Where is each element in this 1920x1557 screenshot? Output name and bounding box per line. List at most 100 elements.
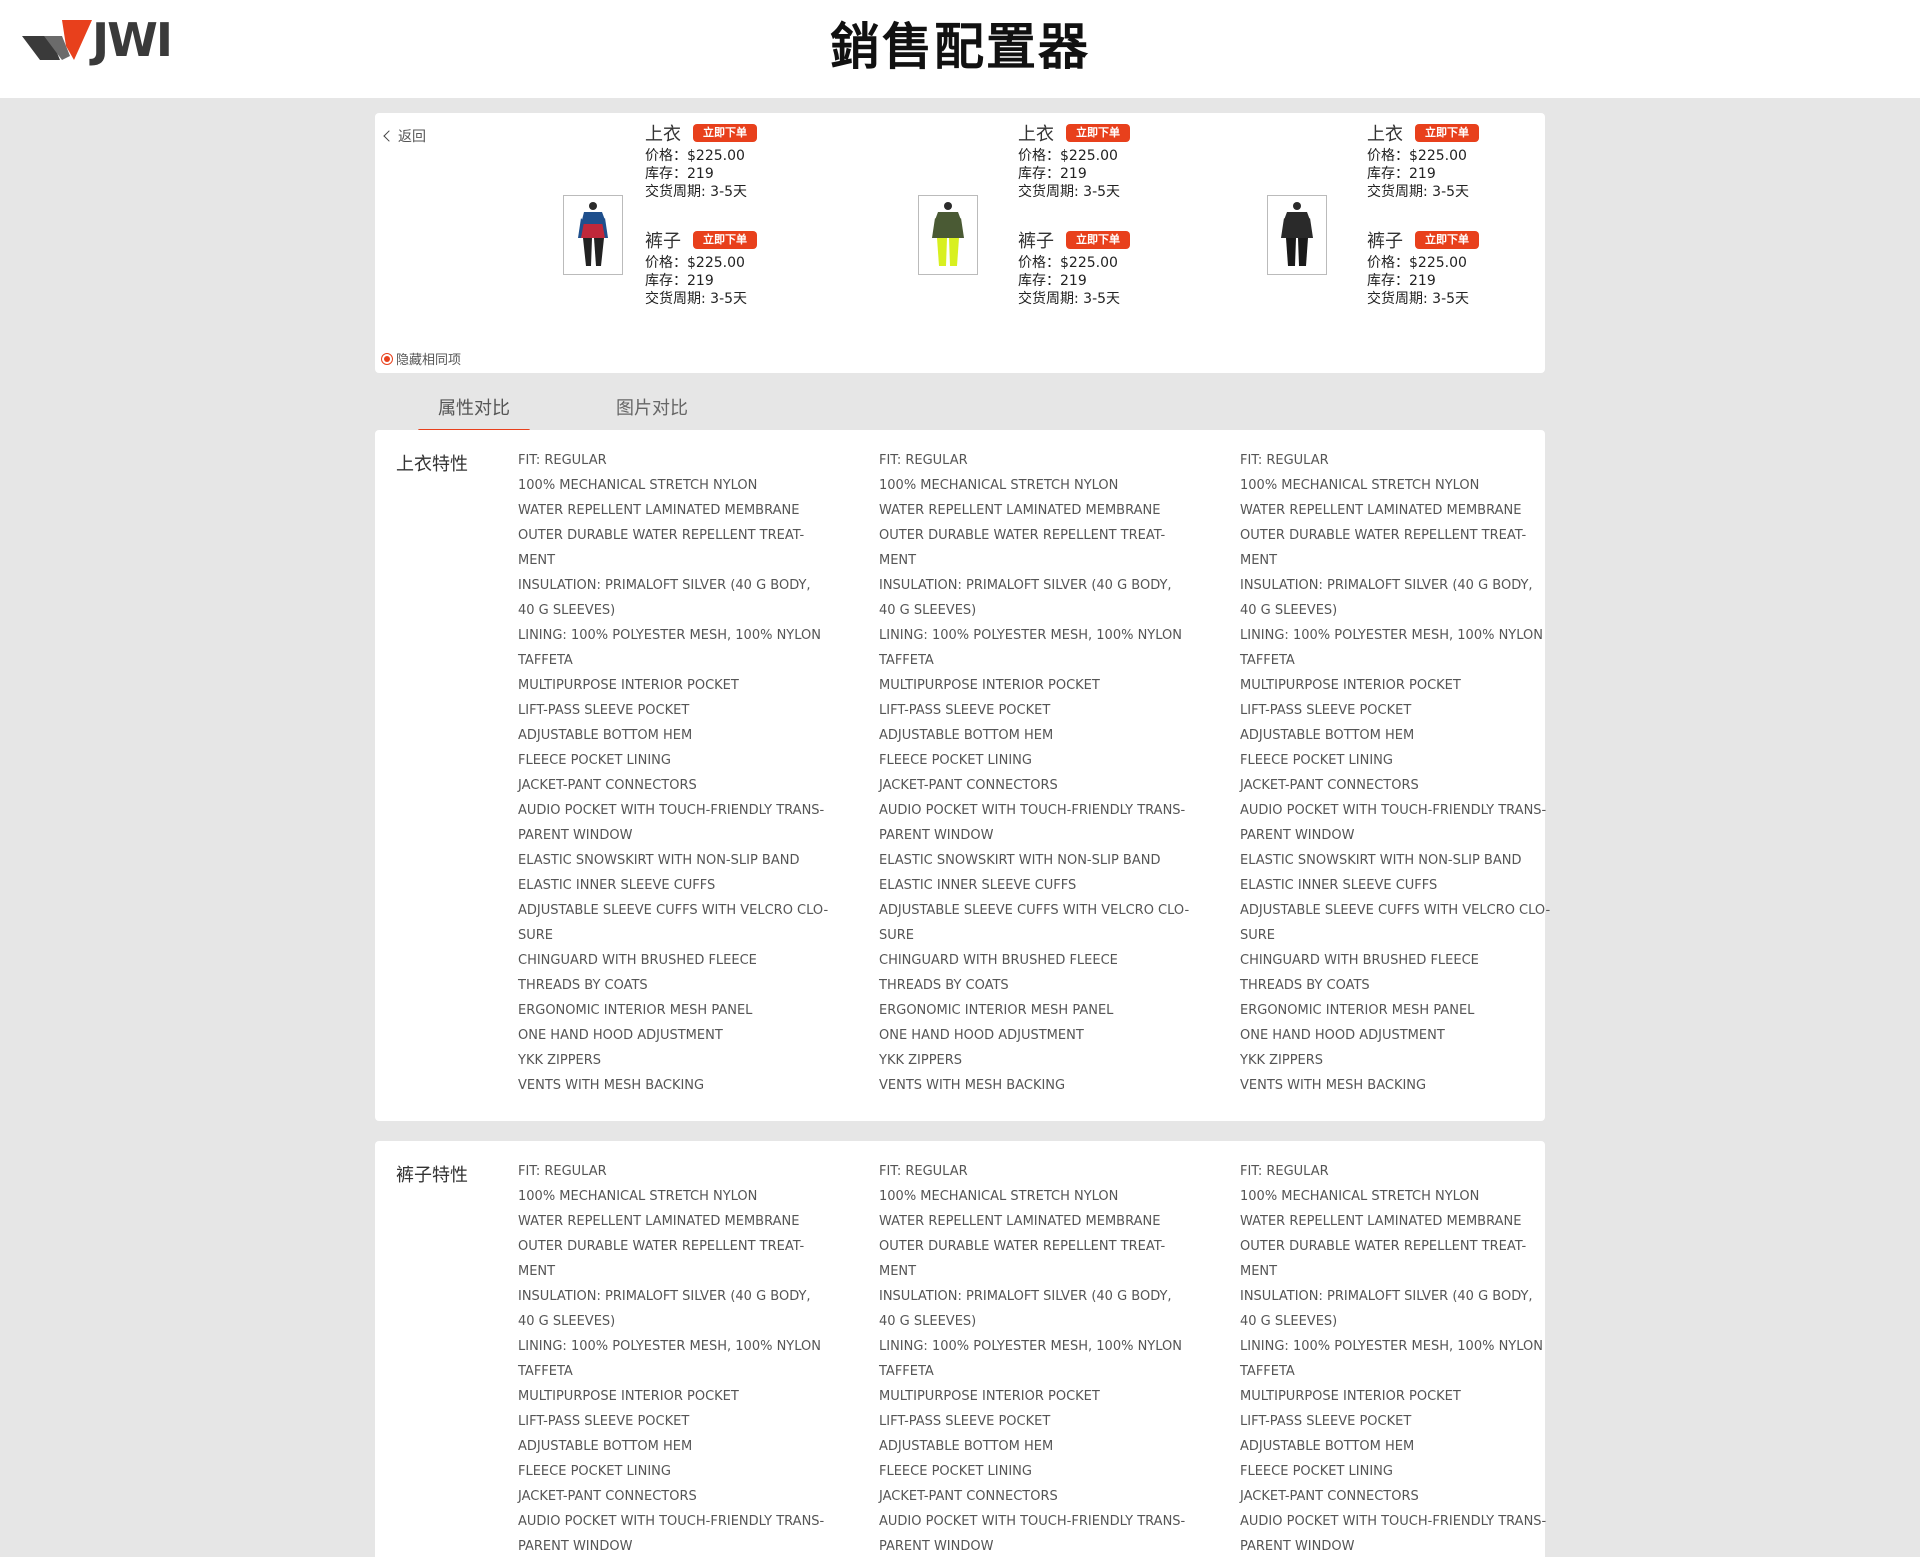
- attribute-line: MULTIPURPOSE INTERIOR POCKET: [518, 1389, 739, 1404]
- attribute-line: 100% MECHANICAL STRETCH NYLON: [879, 478, 1119, 493]
- attribute-line: 40 G SLEEVES): [518, 1314, 616, 1329]
- jacket-attributes-card: 上衣特性 FIT: REGULAR 100% MECHANICAL STRETCH…: [375, 430, 1550, 1121]
- ski-suit-icon: [1281, 202, 1313, 266]
- item-price: 价格：$225.00: [1018, 255, 1118, 271]
- attribute-line: JACKET-PANT CONNECTORS: [518, 1489, 697, 1504]
- attribute-line: AUDIO POCKET WITH TOUCH-FRIENDLY TRANS-: [879, 1514, 1186, 1529]
- back-button[interactable]: 返回: [383, 126, 426, 146]
- item-stock: 库存：219: [645, 166, 714, 182]
- product-item-jacket: 上衣 立即下单 价格：$225.00 库存：219 交货周期: 3-5天: [645, 122, 845, 201]
- attribute-line: PARENT WINDOW: [879, 1539, 994, 1554]
- attribute-line: SURE: [1240, 928, 1276, 943]
- hide-same-label: 隐藏相同项: [396, 353, 462, 368]
- hide-same-toggle[interactable]: 隐藏相同项: [381, 349, 461, 368]
- attribute-line: JACKET-PANT CONNECTORS: [518, 778, 697, 793]
- attribute-line: ADJUSTABLE SLEEVE CUFFS WITH VELCRO CLO-: [879, 903, 1190, 918]
- attribute-line: MENT: [1240, 1264, 1278, 1279]
- attribute-line: LIFT-PASS SLEEVE POCKET: [1240, 1414, 1412, 1429]
- attribute-line: OUTER DURABLE WATER REPELLENT TREAT-: [1240, 1239, 1527, 1254]
- attribute-line: FLEECE POCKET LINING: [1240, 1464, 1393, 1479]
- attribute-line: FLEECE POCKET LINING: [518, 1464, 671, 1479]
- order-now-button[interactable]: 立即下单: [1066, 124, 1130, 142]
- attribute-line: AUDIO POCKET WITH TOUCH-FRIENDLY TRANS-: [1240, 1514, 1547, 1529]
- attribute-line: FIT: REGULAR: [879, 1164, 968, 1179]
- attribute-line: ADJUSTABLE BOTTOM HEM: [518, 1439, 693, 1454]
- attribute-line: JACKET-PANT CONNECTORS: [1240, 1489, 1419, 1504]
- attribute-line: WATER REPELLENT LAMINATED MEMBRANE: [518, 503, 800, 518]
- order-now-button[interactable]: 立即下单: [1415, 231, 1479, 249]
- attribute-line: LIFT-PASS SLEEVE POCKET: [879, 1414, 1051, 1429]
- order-now-button[interactable]: 立即下单: [693, 231, 757, 249]
- item-lead-time: 交货周期: 3-5天: [1367, 291, 1470, 307]
- order-now-button[interactable]: 立即下单: [693, 124, 757, 142]
- attribute-line: ONE HAND HOOD ADJUSTMENT: [879, 1028, 1084, 1043]
- page-title: 銷售配置器: [830, 18, 1090, 76]
- attribute-line: THREADS BY COATS: [879, 978, 1009, 993]
- attribute-line: ELASTIC SNOWSKIRT WITH NON-SLIP BAND: [1240, 853, 1522, 868]
- attribute-line: LINING: 100% POLYESTER MESH, 100% NYLON: [518, 628, 821, 643]
- product-image[interactable]: [1267, 195, 1327, 275]
- item-stock: 库存：219: [645, 273, 714, 289]
- attribute-line: 100% MECHANICAL STRETCH NYLON: [518, 1189, 758, 1204]
- attribute-line: ELASTIC INNER SLEEVE CUFFS: [518, 878, 716, 893]
- attribute-line: 100% MECHANICAL STRETCH NYLON: [879, 1189, 1119, 1204]
- product-item-jacket: 上衣 立即下单 价格：$225.00 库存：219 交货周期: 3-5天: [1018, 122, 1218, 201]
- item-lead-time: 交货周期: 3-5天: [645, 291, 748, 307]
- attribute-line: CHINGUARD WITH BRUSHED FLEECE: [518, 953, 757, 968]
- product-image[interactable]: [563, 195, 623, 275]
- ski-suit-icon: [578, 202, 608, 266]
- attribute-line: VENTS WITH MESH BACKING: [1240, 1078, 1427, 1093]
- section-title: 裤子特性: [396, 1165, 468, 1186]
- attribute-line: PARENT WINDOW: [518, 1539, 633, 1554]
- attribute-line: JACKET-PANT CONNECTORS: [879, 1489, 1058, 1504]
- attribute-line: FLEECE POCKET LINING: [518, 753, 671, 768]
- item-stock: 库存：219: [1367, 273, 1436, 289]
- attribute-line: LIFT-PASS SLEEVE POCKET: [518, 1414, 690, 1429]
- attribute-line: SURE: [518, 928, 554, 943]
- attribute-line: TAFFETA: [518, 1364, 573, 1379]
- attribute-line: ERGONOMIC INTERIOR MESH PANEL: [1240, 1003, 1475, 1018]
- tab-image-compare[interactable]: 图片对比: [596, 388, 708, 430]
- attribute-line: FIT: REGULAR: [1240, 453, 1329, 468]
- attribute-line: MENT: [518, 1264, 556, 1279]
- attribute-column: FIT: REGULAR 100% MECHANICAL STRETCH NYLO…: [1240, 448, 1550, 1098]
- attribute-line: PARENT WINDOW: [1240, 828, 1355, 843]
- item-stock: 库存：219: [1018, 166, 1087, 182]
- order-now-button[interactable]: 立即下单: [1415, 124, 1479, 142]
- attribute-line: MULTIPURPOSE INTERIOR POCKET: [879, 678, 1100, 693]
- order-now-button[interactable]: 立即下单: [1066, 231, 1130, 249]
- attribute-line: VENTS WITH MESH BACKING: [518, 1078, 705, 1093]
- attribute-line: WATER REPELLENT LAMINATED MEMBRANE: [879, 503, 1161, 518]
- attribute-line: OUTER DURABLE WATER REPELLENT TREAT-: [879, 528, 1166, 543]
- tab-attribute-compare[interactable]: 属性对比: [418, 388, 530, 432]
- attribute-line: AUDIO POCKET WITH TOUCH-FRIENDLY TRANS-: [879, 803, 1186, 818]
- attribute-line: YKK ZIPPERS: [879, 1053, 963, 1068]
- attribute-column: FIT: REGULAR 100% MECHANICAL STRETCH NYLO…: [518, 448, 828, 1098]
- attribute-line: INSULATION: PRIMALOFT SILVER (40 G BODY,: [879, 578, 1172, 593]
- item-stock: 库存：219: [1367, 166, 1436, 182]
- attribute-line: MENT: [518, 553, 556, 568]
- attribute-line: MULTIPURPOSE INTERIOR POCKET: [518, 678, 739, 693]
- attribute-line: MULTIPURPOSE INTERIOR POCKET: [1240, 678, 1461, 693]
- attribute-line: MENT: [879, 553, 917, 568]
- item-price: 价格：$225.00: [1367, 148, 1467, 164]
- attribute-line: LINING: 100% POLYESTER MESH, 100% NYLON: [879, 1339, 1182, 1354]
- attribute-line: ELASTIC INNER SLEEVE CUFFS: [1240, 878, 1438, 893]
- item-price: 价格：$225.00: [645, 255, 745, 271]
- attribute-line: INSULATION: PRIMALOFT SILVER (40 G BODY,: [879, 1289, 1172, 1304]
- section-title: 上衣特性: [396, 454, 468, 475]
- attribute-line: YKK ZIPPERS: [518, 1053, 602, 1068]
- attribute-line: LIFT-PASS SLEEVE POCKET: [879, 703, 1051, 718]
- attribute-line: INSULATION: PRIMALOFT SILVER (40 G BODY,: [1240, 578, 1533, 593]
- attribute-line: CHINGUARD WITH BRUSHED FLEECE: [879, 953, 1118, 968]
- attribute-line: INSULATION: PRIMALOFT SILVER (40 G BODY,: [1240, 1289, 1533, 1304]
- attribute-column: FIT: REGULAR 100% MECHANICAL STRETCH NYLO…: [879, 1159, 1186, 1557]
- attribute-line: THREADS BY COATS: [1240, 978, 1370, 993]
- item-lead-time: 交货周期: 3-5天: [1018, 291, 1121, 307]
- attribute-column: FIT: REGULAR 100% MECHANICAL STRETCH NYLO…: [518, 1159, 824, 1557]
- product-image[interactable]: [918, 195, 978, 275]
- attribute-line: PARENT WINDOW: [879, 828, 994, 843]
- attribute-line: ADJUSTABLE BOTTOM HEM: [1240, 728, 1415, 743]
- attribute-line: TAFFETA: [879, 653, 934, 668]
- attribute-line: TAFFETA: [1240, 653, 1295, 668]
